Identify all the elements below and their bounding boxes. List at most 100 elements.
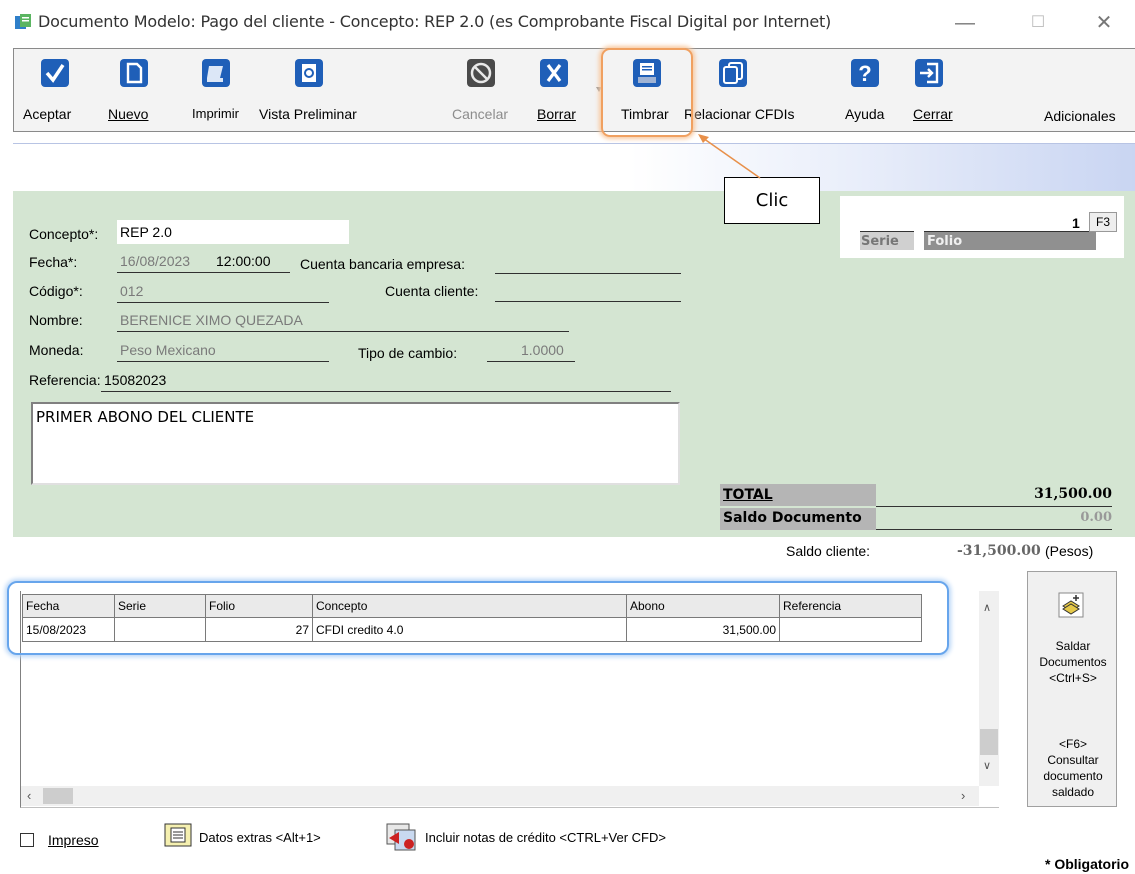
related-documents-icon	[719, 59, 747, 87]
credit-notes-icon	[386, 823, 416, 851]
app-icon	[15, 14, 31, 29]
nombre-label: Nombre:	[29, 312, 83, 328]
title-bar: Documento Modelo: Pago del cliente - Con…	[0, 0, 1135, 46]
concepto-label: Concepto*:	[29, 226, 99, 242]
printer-icon	[202, 59, 230, 87]
clic-callout: Clic	[724, 177, 820, 224]
f6-shortcut: <F6>	[1058, 737, 1088, 751]
saldar-label: Saldar	[1055, 639, 1091, 653]
cancel-icon	[467, 59, 495, 87]
scroll-thumb[interactable]	[980, 729, 998, 755]
datos-extras-label[interactable]: Datos extras <Alt+1>	[199, 830, 321, 845]
folio-number[interactable]: 1	[1072, 215, 1080, 231]
saldo-cliente-currency: (Pesos)	[1045, 543, 1094, 559]
saldar-shortcut: <Ctrl+S>	[1049, 671, 1097, 685]
maximize-button[interactable]: ☐	[1023, 10, 1053, 36]
hora-value[interactable]: 12:00:00	[216, 253, 271, 269]
codigo-label: Código*:	[29, 283, 83, 299]
delete-x-icon	[540, 59, 568, 87]
svg-text:?: ?	[858, 61, 871, 86]
timbrar-highlight	[601, 48, 693, 137]
notepad-icon	[164, 823, 192, 847]
window-title: Documento Modelo: Pago del cliente - Con…	[38, 12, 832, 31]
aceptar-label: Aceptar	[23, 106, 72, 122]
referencia-value[interactable]: 15082023	[104, 372, 166, 388]
adicionales-menu[interactable]: Adicionales	[1044, 108, 1116, 124]
nuevo-label: Nuevo	[108, 106, 149, 122]
referencia-label: Referencia:	[29, 372, 101, 388]
scroll-up-icon[interactable]: ∧	[983, 601, 991, 614]
cuenta-cliente-label: Cuenta cliente:	[385, 283, 479, 299]
cuenta-cliente-field[interactable]	[495, 301, 681, 302]
fecha-value[interactable]: 16/08/2023	[120, 253, 190, 269]
moneda-label: Moneda:	[29, 342, 84, 358]
incluir-notas-button[interactable]	[385, 822, 417, 852]
horizontal-scrollbar[interactable]: ‹ ›	[21, 786, 979, 806]
nuevo-button[interactable]: Nuevo	[104, 49, 166, 131]
cancelar-button[interactable]: Cancelar	[446, 49, 516, 131]
imprimir-label: Imprimir	[192, 106, 239, 121]
scroll-down-icon[interactable]: ∨	[983, 759, 991, 772]
cerrar-label: Cerrar	[913, 106, 953, 122]
consultar-label: Consultar	[1047, 753, 1099, 767]
new-document-icon	[120, 59, 148, 87]
cuenta-bancaria-label: Cuenta bancaria empresa:	[300, 256, 465, 272]
saldo-documento-label: Saldo Documento	[723, 510, 862, 526]
folio-panel: 1 F3 Serie Folio	[840, 196, 1124, 258]
saldar-documentos-button[interactable]: Saldar Documentos <Ctrl+S>	[1028, 638, 1118, 686]
serie-label: Serie	[861, 234, 899, 249]
consultar-documento-button[interactable]: <F6> Consultar documento saldado	[1028, 736, 1118, 800]
total-label: TOTAL	[723, 487, 773, 503]
vista-preliminar-button[interactable]: Vista Preliminar	[256, 49, 364, 131]
impreso-label: Impreso	[48, 832, 99, 848]
moneda-value[interactable]: Peso Mexicano	[120, 342, 216, 358]
scroll-left-icon[interactable]: ‹	[27, 788, 31, 803]
totals-panel: TOTAL 31,500.00 Saldo Documento 0.00	[720, 484, 1127, 531]
close-window-button[interactable]: ✕	[1089, 10, 1119, 36]
grid-row-highlight	[7, 581, 949, 655]
borrar-button[interactable]: Borrar	[524, 49, 584, 131]
tipo-cambio-label: Tipo de cambio:	[358, 345, 458, 361]
datos-extras-button[interactable]	[163, 822, 193, 848]
aceptar-button[interactable]: Aceptar	[14, 49, 96, 131]
scroll-right-icon[interactable]: ›	[961, 788, 965, 803]
borrar-label: Borrar	[537, 106, 576, 122]
total-value: 31,500.00	[1034, 486, 1112, 502]
side-panel: Saldar Documentos <Ctrl+S> <F6> Consulta…	[1027, 571, 1117, 807]
exit-door-icon	[915, 59, 943, 87]
hscroll-thumb[interactable]	[43, 788, 73, 804]
obligatorio-note: * Obligatorio	[1045, 856, 1129, 872]
cancelar-label: Cancelar	[452, 106, 509, 122]
minimize-button[interactable]: —	[950, 10, 980, 36]
vista-preliminar-label: Vista Preliminar	[259, 106, 357, 122]
f3-button[interactable]: F3	[1089, 212, 1117, 232]
impreso-checkbox[interactable]	[20, 833, 34, 847]
toolbar: Aceptar Nuevo Imprimir Vista Preliminar …	[13, 48, 1135, 132]
cuenta-bancaria-field[interactable]	[495, 273, 681, 274]
codigo-value[interactable]: 012	[120, 283, 143, 299]
documentos-label: Documentos	[1039, 655, 1107, 669]
saldo-cliente-label: Saldo cliente:	[786, 543, 871, 559]
imprimir-button[interactable]: Imprimir	[188, 49, 254, 131]
preview-icon	[295, 59, 323, 87]
saldado-label: saldado	[1051, 785, 1095, 799]
concepto-value[interactable]: REP 2.0	[120, 224, 172, 240]
saldo-cliente-value: -31,500.00	[957, 543, 1041, 559]
ayuda-button[interactable]: ? Ayuda	[842, 49, 896, 131]
relacionar-cfdis-button[interactable]: Relacionar CFDIs	[684, 49, 806, 131]
memo-textarea[interactable]: PRIMER ABONO DEL CLIENTE	[31, 402, 680, 485]
incluir-notas-label[interactable]: Incluir notas de crédito <CTRL+Ver CFD>	[425, 830, 666, 845]
callout-arrow-icon	[698, 134, 761, 179]
documento-label: documento	[1043, 769, 1103, 783]
folio-label: Folio	[927, 234, 963, 249]
nombre-value[interactable]: BERENICE XIMO QUEZADA	[120, 312, 303, 328]
tipo-cambio-value[interactable]: 1.0000	[521, 342, 564, 358]
settle-documents-icon	[1058, 592, 1084, 618]
relacionar-cfdis-label: Relacionar CFDIs	[684, 106, 795, 122]
saldo-documento-value: 0.00	[1080, 510, 1112, 525]
help-question-icon: ?	[851, 59, 879, 87]
checkmark-icon	[41, 59, 69, 87]
cerrar-button[interactable]: Cerrar	[904, 49, 960, 131]
header-band	[13, 143, 1135, 191]
vertical-scrollbar[interactable]: ∧ ∨	[979, 591, 999, 786]
